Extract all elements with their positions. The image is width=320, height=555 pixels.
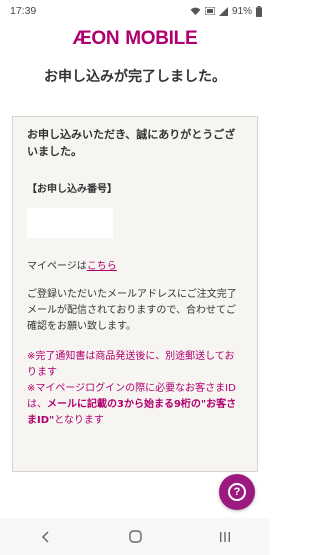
help-button[interactable]: ? <box>219 474 255 510</box>
status-icons: 91% <box>190 5 262 17</box>
logo-word-aeon: ÆON <box>72 28 120 49</box>
page-title: お申し込みが完了しました。 <box>44 69 226 85</box>
mypage-label: マイページは <box>27 261 87 272</box>
notes-block: ※完了通知書は商品発送後に、別途郵送しております ※マイページログインの際に必要… <box>27 349 243 429</box>
question-icon: ? <box>228 483 246 501</box>
mypage-line: マイページはこちら <box>27 259 243 275</box>
recents-button[interactable] <box>205 522 245 552</box>
note-shipping: ※完了通知書は商品発送後に、別途郵送しております <box>27 351 235 378</box>
order-number-value <box>27 208 113 238</box>
mypage-link[interactable]: こちら <box>87 261 117 272</box>
order-number-heading: 【お申し込み番号】 <box>27 184 117 195</box>
signal-icon <box>218 6 228 16</box>
battery-percent: 91% <box>231 5 252 17</box>
home-button[interactable] <box>115 522 155 552</box>
recents-icon <box>220 531 230 542</box>
wifi-icon <box>190 7 201 15</box>
battery-icon <box>256 5 262 17</box>
logo-word-mobile: MOBILE <box>125 28 198 49</box>
brand-header: ÆON MOBILE <box>0 22 270 56</box>
home-icon <box>128 530 142 543</box>
note-customer-id-suffix: となります <box>54 415 104 426</box>
status-bar: 17:39 91% <box>0 0 270 22</box>
data-icon <box>204 7 215 15</box>
mail-confirmation-note: ご登録いただいたメールアドレスにご注文完了メールが配信されておりますので、合わせ… <box>27 289 237 332</box>
note-customer-id: ※マイページログインの際に必要なお客さまIDは、メールに記載の3から始まる9桁の… <box>27 381 243 429</box>
status-time: 17:39 <box>10 5 37 17</box>
back-icon <box>41 530 49 543</box>
android-nav-bar <box>0 518 270 555</box>
thanks-message: お申し込みいただき、誠にありがとうございました。 <box>27 128 236 158</box>
back-button[interactable] <box>25 522 65 552</box>
completion-card: お申し込みいただき、誠にありがとうございました。 【お申し込み番号】 マイページ… <box>12 116 258 472</box>
aeon-mobile-logo: ÆON MOBILE <box>73 28 198 50</box>
